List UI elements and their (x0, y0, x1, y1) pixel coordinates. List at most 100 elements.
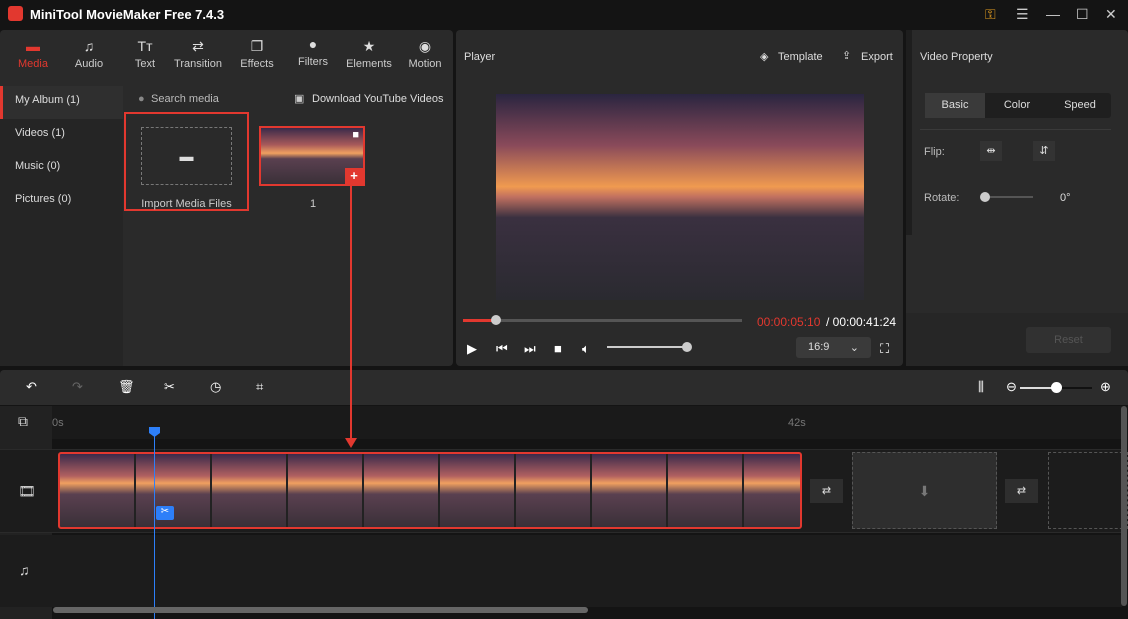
previous-frame-button[interactable]: ⏮ (496, 341, 508, 357)
empty-clip-slot[interactable] (1048, 452, 1128, 529)
total-time: / 00:00:41:24 (826, 315, 897, 329)
aspect-ratio-select[interactable]: 16:9 ⌄ (796, 337, 871, 358)
close-button[interactable]: ✕ (1105, 6, 1117, 23)
redo-button[interactable]: ↷ (72, 379, 83, 395)
template-icon: ◈ (760, 51, 769, 63)
tab-label: Transition (174, 58, 222, 70)
rotate-value: 0° (1060, 192, 1071, 204)
tab-motion[interactable]: ◉ Motion (397, 38, 453, 70)
split-scissors-icon[interactable]: ✂ (156, 506, 174, 520)
tab-elements[interactable]: ★ Elements (341, 38, 397, 70)
flip-vertical-button[interactable]: ⇵ (1033, 141, 1055, 161)
folder-icon: ▬ (26, 38, 40, 54)
split-button[interactable]: ✂ (164, 379, 175, 395)
divider (920, 129, 1111, 130)
undo-button[interactable]: ↶ (26, 379, 37, 395)
tab-label: Effects (240, 58, 274, 70)
collapse-handle[interactable] (906, 30, 912, 235)
tab-audio[interactable]: ♫ Audio (61, 38, 117, 70)
import-label: Import Media Files (141, 198, 232, 210)
volume-handle[interactable] (682, 342, 692, 352)
sidebar-item-videos[interactable]: Videos (1) (0, 119, 123, 152)
drag-arrow (350, 186, 352, 442)
album-sidebar: My Album (1) Videos (1) Music (0) Pictur… (0, 86, 123, 366)
transition-slot-button[interactable]: ⇄ (810, 479, 843, 503)
minimize-button[interactable]: — (1046, 6, 1060, 22)
motion-icon: ◉ (418, 38, 432, 54)
music-icon: ♫ (83, 38, 95, 54)
volume-slider[interactable] (607, 346, 687, 348)
template-button[interactable]: Template (778, 51, 823, 63)
ruler-end: 42s (788, 417, 806, 429)
zoom-in-button[interactable]: ⊕ (1100, 379, 1111, 395)
tab-text[interactable]: Tт Text (117, 38, 173, 70)
playhead[interactable] (154, 433, 155, 619)
tab-label: Audio (74, 58, 104, 70)
fullscreen-button[interactable]: ⛶ (880, 341, 889, 357)
tab-label: Media (18, 58, 48, 70)
transition-slot-button[interactable]: ⇄ (1005, 479, 1038, 503)
ruler-start: 0s (52, 417, 64, 429)
rotate-label: Rotate: (924, 192, 960, 204)
flip-label: Flip: (924, 146, 945, 158)
speed-button[interactable]: ◷ (210, 379, 221, 395)
import-media-button[interactable]: ▬ Import Media Files (124, 112, 249, 211)
app-title: MiniTool MovieMaker Free 7.4.3 (30, 7, 225, 22)
property-tabs: Basic Color Speed (925, 93, 1111, 118)
maximize-button[interactable]: ☐ (1076, 6, 1089, 23)
time-ruler[interactable] (52, 406, 1122, 439)
vertical-scrollbar[interactable] (1121, 406, 1127, 606)
current-time: 00:00:05:10 (757, 315, 821, 329)
tab-color[interactable]: Color (987, 93, 1047, 118)
crop-button[interactable]: ⌗ (256, 379, 263, 395)
download-youtube-button[interactable]: Download YouTube Videos (312, 93, 444, 105)
seek-bar[interactable] (463, 319, 742, 322)
video-track-icon: 🎞︎ (18, 483, 36, 499)
key-icon[interactable]: ⚿ (985, 6, 996, 23)
tab-transition[interactable]: ⇄ Transition (170, 38, 226, 70)
tab-label: Filters (298, 56, 328, 68)
tab-label: Elements (346, 58, 392, 70)
search-icon: ● (138, 93, 145, 105)
tab-speed[interactable]: Speed (1049, 93, 1111, 118)
delete-button[interactable]: 🗑︎ (118, 379, 135, 395)
property-title: Video Property (920, 51, 993, 63)
rotate-slider[interactable] (985, 196, 1033, 198)
reset-button[interactable]: Reset (1026, 327, 1111, 353)
menu-icon[interactable]: ☰ (1016, 6, 1029, 23)
tab-media[interactable]: ▬ Media (5, 38, 61, 70)
tab-effects[interactable]: ❐ Effects (229, 38, 285, 70)
rotate-handle[interactable] (980, 192, 990, 202)
volume-icon[interactable]: 🔈︎ (582, 341, 590, 357)
timeline-zoom-handle[interactable] (1051, 382, 1062, 393)
next-frame-button[interactable]: ⏭ (524, 341, 536, 357)
export-button[interactable]: Export (861, 51, 893, 63)
add-track-icon[interactable]: ⧉ (18, 413, 28, 430)
flip-horizontal-button[interactable]: ⇹ (980, 141, 1002, 161)
media-clip-thumbnail[interactable]: ■ + (259, 126, 365, 186)
sidebar-item-music[interactable]: Music (0) (0, 152, 123, 185)
sidebar-item-pictures[interactable]: Pictures (0) (0, 185, 123, 218)
effects-icon: ❐ (250, 38, 264, 54)
tab-filters[interactable]: ● Filters (285, 36, 341, 68)
empty-clip-slot[interactable]: ⬇ (852, 452, 997, 529)
chevron-down-icon: ⌄ (849, 342, 859, 354)
horizontal-scrollbar[interactable] (53, 607, 588, 613)
tab-label: Motion (408, 58, 442, 70)
fit-timeline-button[interactable]: ⫼ (978, 379, 984, 395)
tab-label: Text (134, 58, 156, 70)
stop-button[interactable]: ■ (554, 341, 562, 356)
play-button[interactable]: ▶ (467, 341, 477, 357)
app-logo (8, 6, 23, 21)
youtube-icon: ▣ (294, 93, 305, 105)
zoom-out-button[interactable]: ⊖ (1006, 379, 1017, 395)
clip-name: 1 (310, 198, 317, 210)
add-to-timeline-button[interactable]: + (345, 168, 363, 184)
video-camera-icon: ■ (352, 129, 359, 141)
tab-basic[interactable]: Basic (925, 93, 985, 118)
export-icon: ⇪ (842, 50, 852, 62)
search-input[interactable]: Search media (151, 93, 219, 105)
sidebar-item-my-album[interactable]: My Album (1) (0, 86, 123, 119)
elements-icon: ★ (362, 38, 376, 54)
folder-icon: ▬ (141, 127, 232, 185)
